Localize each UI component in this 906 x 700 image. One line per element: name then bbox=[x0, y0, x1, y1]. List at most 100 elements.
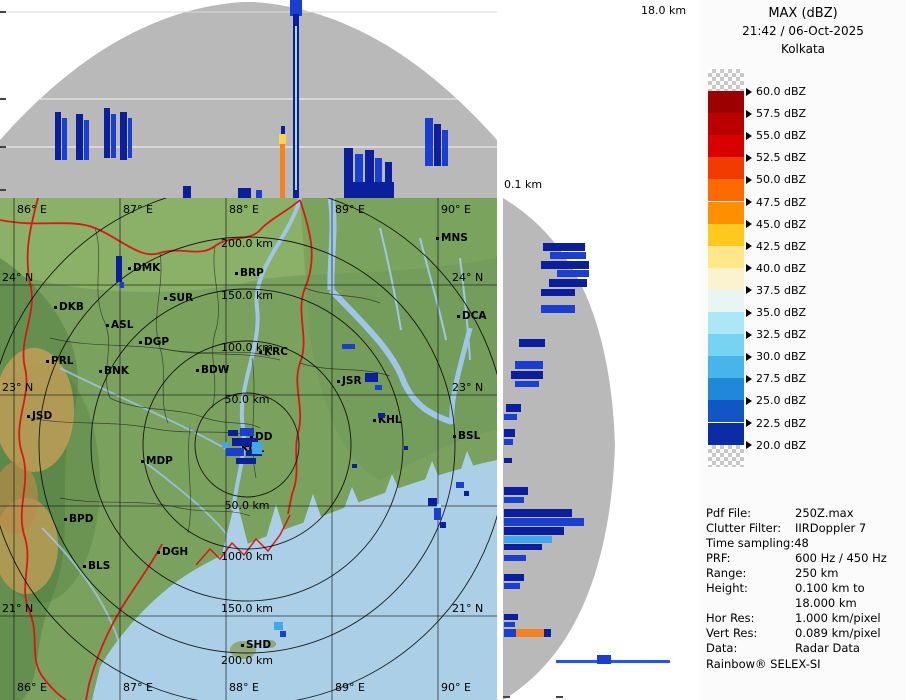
latitude-label: 23° N bbox=[2, 381, 34, 394]
radar-echo-side-section bbox=[550, 252, 586, 259]
radar-echo-plan bbox=[252, 442, 262, 454]
legend-color-swatch bbox=[708, 422, 744, 445]
radar-echo-plan bbox=[437, 504, 441, 508]
latitude-label: 23° N bbox=[452, 381, 484, 394]
legend-entry: 27.5 dBZ bbox=[746, 372, 806, 385]
radar-echo-side-section bbox=[504, 574, 524, 581]
station-marker-label: BNK bbox=[104, 365, 129, 377]
range-ring-label: 200.0 km bbox=[220, 237, 274, 250]
radar-echo-top-section bbox=[350, 182, 394, 198]
legend-entry: 32.5 dBZ bbox=[746, 328, 806, 341]
radar-echo-plan bbox=[240, 428, 254, 436]
legend-arrow-icon bbox=[746, 352, 752, 361]
station-marker-label: PRL bbox=[51, 355, 74, 367]
legend-arrow-icon bbox=[746, 286, 752, 295]
radar-display-root: 18.0 km 0.1 km 86° E 86° E 87° E 87° E 8… bbox=[0, 0, 906, 700]
longitude-label: 90° E bbox=[441, 681, 471, 694]
legend-entry: 37.5 dBZ bbox=[746, 284, 806, 297]
legend-color-swatch bbox=[708, 378, 744, 401]
radar-echo-side-section bbox=[504, 544, 542, 550]
legend-entry-label: 32.5 dBZ bbox=[756, 328, 807, 342]
legend-color-swatch bbox=[708, 223, 744, 246]
radar-echo-side-section bbox=[504, 518, 584, 526]
info-row-value: Radar Data bbox=[795, 641, 860, 655]
legend-entry-label: 52.5 dBZ bbox=[756, 151, 807, 165]
radar-echo-side-section bbox=[504, 622, 515, 627]
legend-entry-label: 42.5 dBZ bbox=[756, 239, 807, 253]
info-row-label: Clutter Filter: bbox=[706, 521, 782, 535]
legend-arrow-icon bbox=[746, 419, 752, 427]
radar-echo-side-section bbox=[519, 339, 545, 347]
radar-echo-side-section bbox=[504, 509, 572, 517]
radar-echo-plan bbox=[236, 458, 256, 464]
latitude-label: 21° N bbox=[452, 602, 484, 615]
info-row-label: Vert Res: bbox=[706, 626, 758, 640]
radar-echo-top-section bbox=[183, 186, 191, 198]
top-cross-section-echoes bbox=[0, 0, 497, 198]
radar-echo-side-section bbox=[516, 629, 544, 637]
station-marker-dot bbox=[99, 370, 102, 373]
legend-entry-label: 50.0 dBZ bbox=[756, 173, 807, 187]
legend-entry: 22.5 dBZ bbox=[746, 417, 806, 430]
legend-entry: 55.0 dBZ bbox=[746, 129, 806, 142]
legend-entry-label: 30.0 dBZ bbox=[756, 350, 807, 364]
radar-echo-side-section bbox=[543, 243, 585, 251]
info-row-label: Time sampling:48 bbox=[706, 536, 809, 550]
radar-echo-top-section bbox=[120, 112, 127, 160]
legend-entry-label: 55.0 dBZ bbox=[756, 129, 807, 143]
radar-echo-top-section bbox=[434, 124, 441, 166]
legend-entry: 50.0 dBZ bbox=[746, 173, 806, 186]
radar-echo-top-section bbox=[238, 188, 251, 198]
radar-echo-top-section bbox=[62, 118, 67, 160]
station-marker-dot bbox=[457, 315, 460, 318]
station-marker-dot bbox=[64, 518, 67, 521]
legend-entry: 20.0 dBZ bbox=[746, 439, 806, 452]
legend-entry: 47.5 dBZ bbox=[746, 196, 806, 209]
legend-arrow-icon bbox=[746, 131, 752, 140]
radar-echo-plan bbox=[352, 464, 357, 468]
radar-echo-side-section bbox=[511, 371, 543, 379]
radar-echo-top-section bbox=[84, 120, 89, 160]
longitude-label: 90° E bbox=[441, 203, 471, 216]
legend-entry: 42.5 dBZ bbox=[746, 240, 806, 253]
station-marker-label: MDP bbox=[146, 455, 173, 467]
axis-tick bbox=[0, 189, 6, 191]
radar-echo-top-section bbox=[425, 118, 433, 166]
station-marker-label: JSD bbox=[32, 410, 53, 422]
radar-echo-side-section bbox=[557, 270, 589, 277]
axis-tick bbox=[503, 696, 510, 698]
legend-color-swatch bbox=[708, 113, 744, 136]
station-marker-dot bbox=[139, 341, 142, 344]
range-ring-label: 50.0 km bbox=[224, 393, 270, 406]
longitude-label: 89° E bbox=[335, 203, 365, 216]
longitude-label: 87° E bbox=[123, 203, 153, 216]
radar-echo-plan bbox=[226, 448, 244, 456]
radar-echo-plan bbox=[365, 373, 378, 382]
legend-arrow-icon bbox=[746, 308, 752, 317]
legend-arrow-icon bbox=[746, 198, 752, 206]
station-marker-dot bbox=[164, 297, 167, 300]
station-marker-dot bbox=[141, 460, 144, 463]
range-ring-label: 150.0 km bbox=[220, 602, 274, 615]
radar-echo-side-section bbox=[504, 536, 552, 543]
radar-echo-side-section bbox=[504, 629, 516, 637]
info-row-value: 0.089 km/pixel bbox=[795, 626, 881, 640]
legend-arrow-icon bbox=[746, 396, 752, 405]
longitude-label: 87° E bbox=[123, 681, 153, 694]
radar-echo-plan bbox=[222, 442, 228, 448]
radar-echo-side-section bbox=[504, 614, 518, 620]
radar-echo-side-section bbox=[597, 655, 611, 664]
range-ring-label: 150.0 km bbox=[220, 289, 274, 302]
top-cross-section bbox=[0, 0, 497, 198]
radar-echo-side-section bbox=[541, 261, 589, 269]
station-marker-dot bbox=[436, 237, 439, 240]
info-row-value: 1.000 km/pixel bbox=[795, 611, 881, 625]
longitude-label: 88° E bbox=[229, 681, 259, 694]
station-marker-label: BSL bbox=[458, 430, 481, 442]
station-marker-label: SUR bbox=[169, 292, 194, 304]
radar-echo-side-section bbox=[504, 439, 513, 445]
legend-entry: 25.0 dBZ bbox=[746, 394, 806, 407]
station-marker-label: ASL bbox=[111, 319, 134, 331]
legend-entry-label: 27.5 dBZ bbox=[756, 372, 807, 386]
info-row-label: Height: bbox=[706, 581, 748, 595]
